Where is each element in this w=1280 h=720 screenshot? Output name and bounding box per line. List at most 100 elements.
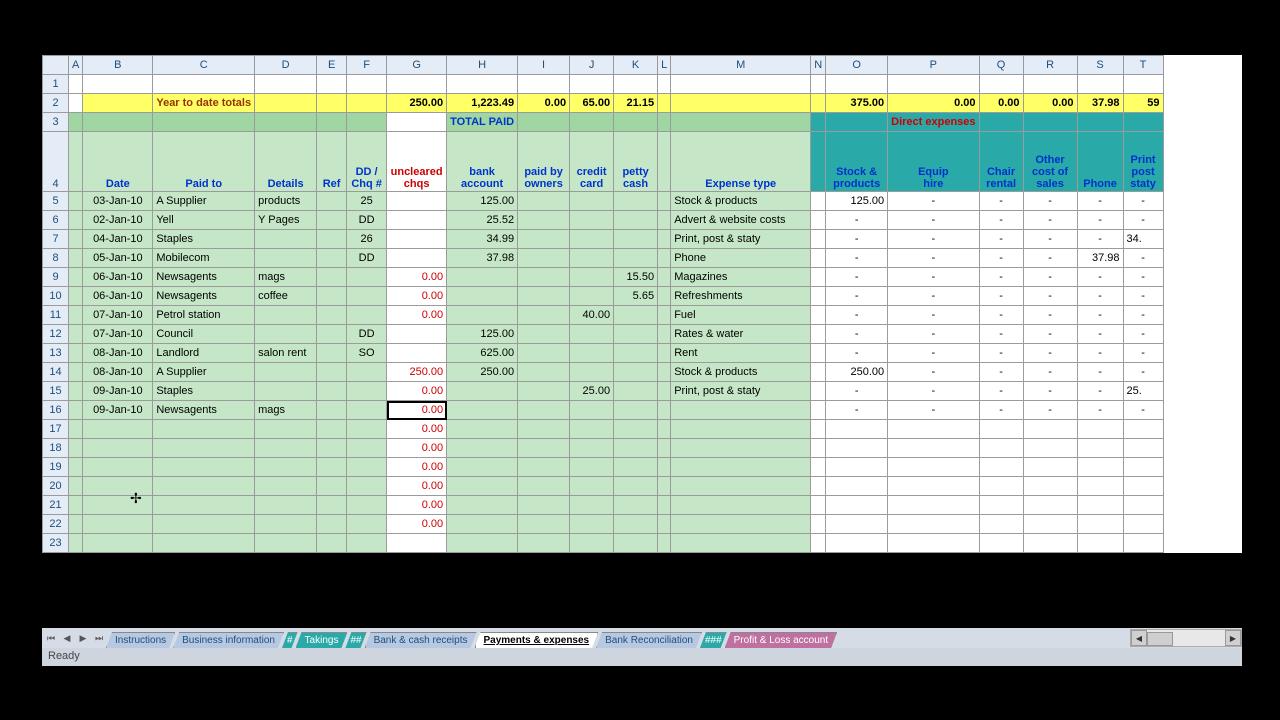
cell-A12[interactable] xyxy=(69,325,83,344)
cell-S1[interactable] xyxy=(1077,75,1123,94)
row-header-23[interactable]: 23 xyxy=(43,534,69,553)
cell-O3[interactable] xyxy=(826,113,888,132)
cell-A10[interactable] xyxy=(69,287,83,306)
cell-G8[interactable] xyxy=(387,249,447,268)
cell-S20[interactable] xyxy=(1077,477,1123,496)
cell-E21[interactable] xyxy=(317,496,347,515)
cell-P5[interactable]: - xyxy=(888,192,979,211)
cell-J10[interactable] xyxy=(570,287,614,306)
cell-Q7[interactable]: - xyxy=(979,230,1023,249)
cell-G19[interactable]: 0.00 xyxy=(387,458,447,477)
cell-Q11[interactable]: - xyxy=(979,306,1023,325)
cell-F7[interactable]: 26 xyxy=(347,230,387,249)
cell-I5[interactable] xyxy=(518,192,570,211)
cell-G7[interactable] xyxy=(387,230,447,249)
cell-C19[interactable] xyxy=(153,458,255,477)
cell-H19[interactable] xyxy=(447,458,518,477)
cell-K23[interactable] xyxy=(614,534,658,553)
cell-L12[interactable] xyxy=(658,325,671,344)
tab-first-icon[interactable]: ⏮ xyxy=(44,631,58,645)
cell-I2[interactable]: 0.00 xyxy=(518,94,570,113)
cell-L14[interactable] xyxy=(658,363,671,382)
cell-Q13[interactable]: - xyxy=(979,344,1023,363)
cell-R20[interactable] xyxy=(1023,477,1077,496)
cell-R11[interactable]: - xyxy=(1023,306,1077,325)
cell-D23[interactable] xyxy=(255,534,317,553)
cell-I16[interactable] xyxy=(518,401,570,420)
row-header-11[interactable]: 11 xyxy=(43,306,69,325)
cell-S2[interactable]: 37.98 xyxy=(1077,94,1123,113)
cell-J7[interactable] xyxy=(570,230,614,249)
cell-T18[interactable] xyxy=(1123,439,1163,458)
cell-Q17[interactable] xyxy=(979,420,1023,439)
cell-H16[interactable] xyxy=(447,401,518,420)
cell-D2[interactable] xyxy=(255,94,317,113)
cell-S14[interactable]: - xyxy=(1077,363,1123,382)
cell-C12[interactable]: Council xyxy=(153,325,255,344)
cell-N7[interactable] xyxy=(811,230,826,249)
cell-S11[interactable]: - xyxy=(1077,306,1123,325)
cell-K5[interactable] xyxy=(614,192,658,211)
cell-B2[interactable] xyxy=(83,94,153,113)
cell-J5[interactable] xyxy=(570,192,614,211)
cell-B22[interactable] xyxy=(83,515,153,534)
cell-D12[interactable] xyxy=(255,325,317,344)
header-R[interactable]: Othercost ofsales xyxy=(1023,132,1077,192)
cell-R5[interactable]: - xyxy=(1023,192,1077,211)
cell-C5[interactable]: A Supplier xyxy=(153,192,255,211)
cell-T16[interactable]: - xyxy=(1123,401,1163,420)
cell-B12[interactable]: 07-Jan-10 xyxy=(83,325,153,344)
cell-D17[interactable] xyxy=(255,420,317,439)
cell-E19[interactable] xyxy=(317,458,347,477)
cell-G6[interactable] xyxy=(387,211,447,230)
cell-M6[interactable]: Advert & website costs xyxy=(671,211,811,230)
cell-T19[interactable] xyxy=(1123,458,1163,477)
row-header-12[interactable]: 12 xyxy=(43,325,69,344)
cell-I13[interactable] xyxy=(518,344,570,363)
scroll-right-icon[interactable]: ▶ xyxy=(1225,630,1241,646)
cell-G9[interactable]: 0.00 xyxy=(387,268,447,287)
cell-S5[interactable]: - xyxy=(1077,192,1123,211)
cell-M19[interactable] xyxy=(671,458,811,477)
cell-R14[interactable]: - xyxy=(1023,363,1077,382)
cell-R22[interactable] xyxy=(1023,515,1077,534)
cell-P6[interactable]: - xyxy=(888,211,979,230)
cell-D7[interactable] xyxy=(255,230,317,249)
sheet-tab-profit-loss-account[interactable]: Profit & Loss account xyxy=(725,632,838,648)
cell-T1[interactable] xyxy=(1123,75,1163,94)
col-header-G[interactable]: G xyxy=(387,56,447,75)
sheet-tab-bank-reconciliation[interactable]: Bank Reconciliation xyxy=(596,632,702,648)
cell-J21[interactable] xyxy=(570,496,614,515)
cell-P16[interactable]: - xyxy=(888,401,979,420)
cell-A20[interactable] xyxy=(69,477,83,496)
cell-D21[interactable] xyxy=(255,496,317,515)
header-J[interactable]: creditcard xyxy=(570,132,614,192)
cell-I1[interactable] xyxy=(518,75,570,94)
cell-L20[interactable] xyxy=(658,477,671,496)
cell-K9[interactable]: 15.50 xyxy=(614,268,658,287)
cell-L15[interactable] xyxy=(658,382,671,401)
header-O[interactable]: Stock &products xyxy=(826,132,888,192)
row-header-7[interactable]: 7 xyxy=(43,230,69,249)
cell-C11[interactable]: Petrol station xyxy=(153,306,255,325)
cell-M23[interactable] xyxy=(671,534,811,553)
col-header-O[interactable]: O xyxy=(826,56,888,75)
header-Q[interactable]: Chairrental xyxy=(979,132,1023,192)
cell-K15[interactable] xyxy=(614,382,658,401)
cell-P21[interactable] xyxy=(888,496,979,515)
cell-A21[interactable] xyxy=(69,496,83,515)
cell-B14[interactable]: 08-Jan-10 xyxy=(83,363,153,382)
cell-B23[interactable] xyxy=(83,534,153,553)
cell-B5[interactable]: 03-Jan-10 xyxy=(83,192,153,211)
header-H[interactable]: bankaccount xyxy=(447,132,518,192)
cell-O13[interactable]: - xyxy=(826,344,888,363)
cell-O21[interactable] xyxy=(826,496,888,515)
cell-J9[interactable] xyxy=(570,268,614,287)
cell-G23[interactable] xyxy=(387,534,447,553)
cell-H1[interactable] xyxy=(447,75,518,94)
cell-N21[interactable] xyxy=(811,496,826,515)
cell-H23[interactable] xyxy=(447,534,518,553)
cell-T15[interactable]: 25. xyxy=(1123,382,1163,401)
cell-P9[interactable]: - xyxy=(888,268,979,287)
cell-Q15[interactable]: - xyxy=(979,382,1023,401)
